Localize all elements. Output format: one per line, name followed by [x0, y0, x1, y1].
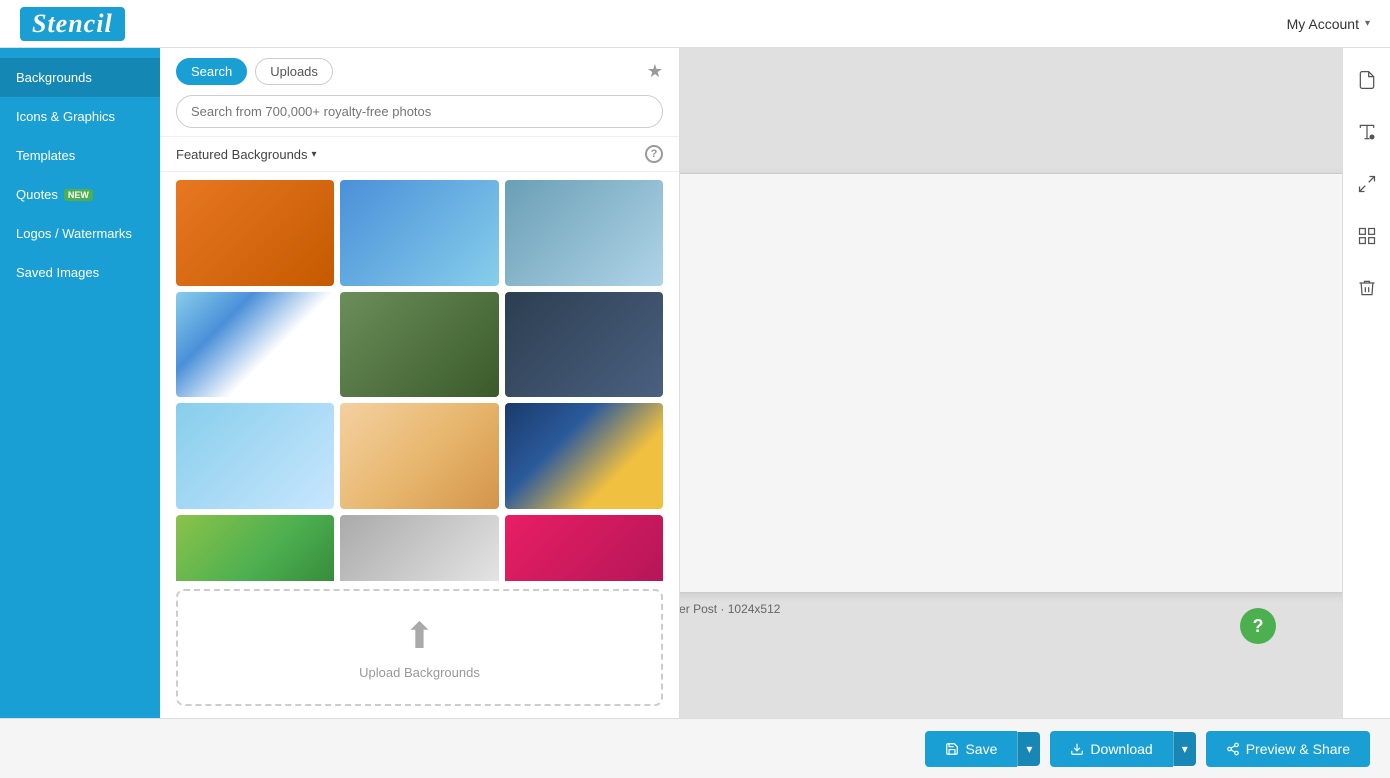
sidebar-item-label: Backgrounds — [16, 70, 92, 85]
upload-cloud-icon: ⬆ — [404, 615, 434, 657]
sidebar-item-label: Icons & Graphics — [16, 109, 115, 124]
text-tool-button[interactable] — [1351, 116, 1383, 148]
tab-search[interactable]: Search — [176, 58, 247, 85]
download-split-button[interactable]: ▾ — [1173, 732, 1196, 766]
main-layout: Backgrounds Icons & Graphics Templates Q… — [0, 48, 1390, 718]
sidebar-item-icons-graphics[interactable]: Icons & Graphics — [0, 97, 160, 136]
save-label: Save — [965, 741, 997, 757]
image-grid: ★ — [176, 180, 663, 581]
sidebar-item-label: Quotes — [16, 187, 58, 202]
sidebar-item-saved-images[interactable]: Saved Images — [0, 253, 160, 292]
tab-row: Search Uploads ★ — [176, 58, 663, 85]
bottom-bar: Save ▾ Download ▾ Preview & Share — [0, 718, 1390, 778]
preview-share-label: Preview & Share — [1246, 741, 1350, 757]
canvas-frame: ↗ Twitter Post · 1024x512 — [680, 173, 1342, 593]
grid-tool-button[interactable] — [1351, 220, 1383, 252]
tab-uploads[interactable]: Uploads — [255, 58, 333, 85]
panel-header: Search Uploads ★ — [160, 48, 679, 137]
sidebar-item-quotes[interactable]: Quotes NEW — [0, 175, 160, 214]
image-thumbnail[interactable] — [340, 515, 498, 581]
save-split-button[interactable]: ▾ — [1017, 732, 1040, 766]
my-account-menu[interactable]: My Account ▾ — [1287, 16, 1370, 32]
top-bar: Stencil My Account ▾ — [0, 0, 1390, 48]
image-thumbnail[interactable] — [176, 292, 334, 398]
image-thumbnail[interactable] — [505, 180, 663, 286]
image-thumbnail[interactable] — [176, 180, 334, 286]
search-input[interactable] — [176, 95, 663, 128]
image-thumbnail[interactable] — [340, 180, 498, 286]
caret-down-icon: ▾ — [312, 149, 317, 160]
save-button-group: Save ▾ — [925, 731, 1040, 767]
download-label: Download — [1090, 741, 1152, 757]
image-thumbnail[interactable]: ★ — [505, 515, 663, 581]
image-thumbnail[interactable] — [340, 403, 498, 509]
image-thumbnail[interactable] — [176, 515, 334, 581]
image-grid-wrapper: ★ — [160, 172, 679, 581]
filter-label[interactable]: Featured Backgrounds ▾ — [176, 147, 317, 162]
image-thumbnail[interactable] — [340, 292, 498, 398]
sidebar-item-label: Templates — [16, 148, 75, 163]
sidebar: Backgrounds Icons & Graphics Templates Q… — [0, 48, 160, 718]
favorites-star-button[interactable]: ★ — [647, 61, 663, 82]
new-badge: NEW — [64, 189, 93, 201]
upload-label: Upload Backgrounds — [359, 665, 480, 680]
filter-row: Featured Backgrounds ▾ ? — [160, 137, 679, 172]
chevron-down-icon: ▾ — [1365, 18, 1370, 29]
image-thumbnail[interactable] — [505, 403, 663, 509]
delete-tool-button[interactable] — [1351, 272, 1383, 304]
canvas-dimensions: Twitter Post · 1024x512 — [680, 602, 780, 616]
document-tool-button[interactable] — [1351, 64, 1383, 96]
left-panel: Search Uploads ★ Featured Backgrounds ▾ … — [160, 48, 680, 718]
sidebar-item-templates[interactable]: Templates — [0, 136, 160, 175]
image-thumbnail[interactable] — [176, 403, 334, 509]
help-icon[interactable]: ? — [645, 145, 663, 163]
download-button[interactable]: Download — [1050, 731, 1172, 767]
canvas-label: ↗ Twitter Post · 1024x512 — [680, 602, 780, 616]
sidebar-item-label: Saved Images — [16, 265, 99, 280]
sidebar-item-label: Logos / Watermarks — [16, 226, 132, 241]
filter-label-text: Featured Backgrounds — [176, 147, 308, 162]
upload-area[interactable]: ⬆ Upload Backgrounds — [176, 589, 663, 706]
preview-share-button[interactable]: Preview & Share — [1206, 731, 1370, 767]
my-account-label: My Account — [1287, 16, 1359, 32]
canvas-area: ↗ Twitter Post · 1024x512 ? — [680, 48, 1342, 718]
save-button[interactable]: Save — [925, 731, 1017, 767]
image-thumbnail[interactable] — [505, 292, 663, 398]
expand-tool-button[interactable] — [1351, 168, 1383, 200]
sidebar-item-logos-watermarks[interactable]: Logos / Watermarks — [0, 214, 160, 253]
app-logo: Stencil — [20, 7, 125, 41]
help-circle-button[interactable]: ? — [1240, 608, 1276, 644]
download-button-group: Download ▾ — [1050, 731, 1195, 767]
right-toolbar — [1342, 48, 1390, 718]
sidebar-item-backgrounds[interactable]: Backgrounds — [0, 58, 160, 97]
